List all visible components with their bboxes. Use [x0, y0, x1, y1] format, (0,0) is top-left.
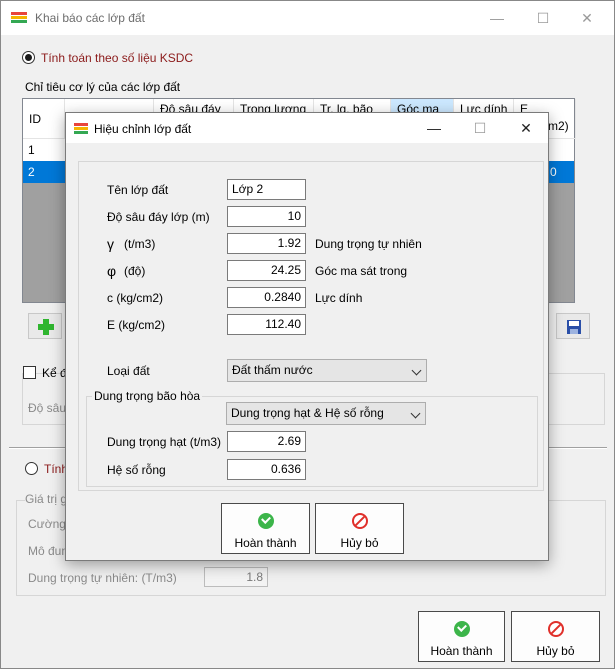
soil-type-label: Loại đất [107, 364, 150, 378]
main-titlebar[interactable]: Khai báo các lớp đất — ☐ ✕ [1, 1, 614, 35]
row-id: 1 [28, 143, 35, 157]
gamma-desc: Dung trọng tự nhiên [315, 237, 422, 251]
phi-input[interactable]: 24.25 [227, 260, 306, 281]
save-button[interactable] [556, 313, 590, 339]
close-icon[interactable]: ✕ [577, 9, 597, 27]
soil-type-value: Đất thấm nước [232, 363, 313, 377]
plus-icon [38, 319, 54, 335]
phi-desc: Góc ma sát trong [315, 264, 408, 278]
phi-unit: (độ) [124, 264, 146, 278]
saturated-density-label: Dung trọng bão hòa [92, 389, 203, 403]
second-group-label: Giá trị g [25, 492, 70, 506]
dialog-cancel-label: Hủy bỏ [340, 536, 379, 550]
app-icon [11, 12, 27, 24]
row-tail: 0 [550, 165, 557, 179]
dialog-cancel-button[interactable]: Hủy bỏ [315, 503, 404, 554]
row-id: 2 [28, 165, 35, 179]
cohesion-input[interactable]: 0.2840 [227, 287, 306, 308]
dialog-title: Hiệu chỉnh lớp đất [94, 122, 192, 136]
gamma-symbol: γ [107, 236, 114, 252]
phi-symbol: φ [107, 263, 117, 279]
dialog-titlebar[interactable]: Hiệu chỉnh lớp đất — ☐ ✕ [66, 113, 548, 143]
layering-checkbox[interactable] [23, 366, 36, 379]
dialog-ok-button[interactable]: Hoàn thành [221, 503, 310, 554]
maximize-icon[interactable]: ☐ [533, 9, 553, 27]
cohesion-label: c (kg/cm2) [107, 291, 164, 305]
gamma-input[interactable]: 1.92 [227, 233, 306, 254]
depth-label: Độ sâu [28, 401, 67, 415]
grid-group-label: Chỉ tiêu cơ lý của các lớp đất [25, 80, 181, 94]
col-e-unit: m2) [548, 119, 569, 133]
modulus-label: E (kg/cm2) [107, 318, 166, 332]
check-icon [257, 513, 274, 529]
saturated-method-value: Dung trọng hạt & Hệ số rỗng [231, 406, 384, 420]
radio-ksdc[interactable] [22, 51, 35, 64]
check-icon [453, 621, 470, 637]
layer-name-label: Tên lớp đất [107, 183, 169, 197]
edit-layer-dialog: Hiệu chỉnh lớp đất — ☐ ✕ Tên lớp đất Lớp… [65, 112, 549, 561]
modun-label: Mô đun [28, 544, 69, 558]
col-id[interactable]: ID [23, 99, 65, 139]
cohesion-desc: Lực dính [315, 291, 363, 305]
natural-density-label: Dung trọng tự nhiên: (T/m3) [28, 571, 177, 585]
main-ok-label: Hoàn thành [430, 644, 493, 658]
cancel-icon [351, 513, 368, 529]
layering-checkbox-label: Kể đ [42, 366, 67, 380]
save-icon [567, 320, 581, 334]
main-ok-button[interactable]: Hoàn thành [418, 611, 505, 662]
natural-density-field: 1.8 [204, 567, 268, 587]
add-layer-button[interactable] [28, 313, 62, 339]
chevron-down-icon [410, 408, 421, 419]
void-ratio-input[interactable]: 0.636 [227, 459, 306, 480]
dialog-app-icon [74, 123, 88, 135]
void-ratio-label: Hệ số rỗng [107, 463, 166, 477]
dialog-minimize-icon[interactable]: — [424, 119, 444, 137]
cancel-icon [547, 621, 564, 637]
soil-type-select[interactable]: Đất thấm nước [227, 359, 427, 382]
radio-second[interactable] [25, 462, 38, 475]
chevron-down-icon [411, 365, 422, 376]
particle-density-input[interactable]: 2.69 [227, 431, 306, 452]
main-title: Khai báo các lớp đất [35, 11, 145, 25]
main-cancel-button[interactable]: Hủy bỏ [511, 611, 600, 662]
minimize-icon[interactable]: — [487, 9, 507, 27]
gamma-unit: (t/m3) [124, 237, 156, 251]
saturated-method-select[interactable]: Dung trọng hạt & Hệ số rỗng [226, 402, 426, 425]
main-cancel-label: Hủy bỏ [536, 644, 575, 658]
depth-bottom-label: Độ sâu đáy lớp (m) [107, 210, 210, 224]
depth-bottom-input[interactable]: 10 [227, 206, 306, 227]
modulus-input[interactable]: 112.40 [227, 314, 306, 335]
dialog-maximize-icon[interactable]: ☐ [470, 119, 490, 137]
dialog-close-icon[interactable]: ✕ [516, 119, 536, 137]
layer-name-input[interactable]: Lớp 2 [227, 179, 306, 200]
cuong-label: Cường [28, 517, 66, 531]
dialog-ok-label: Hoàn thành [234, 536, 297, 550]
particle-density-label: Dung trọng hạt (t/m3) [107, 435, 222, 449]
radio-ksdc-label: Tính toán theo số liệu KSDC [41, 51, 194, 65]
